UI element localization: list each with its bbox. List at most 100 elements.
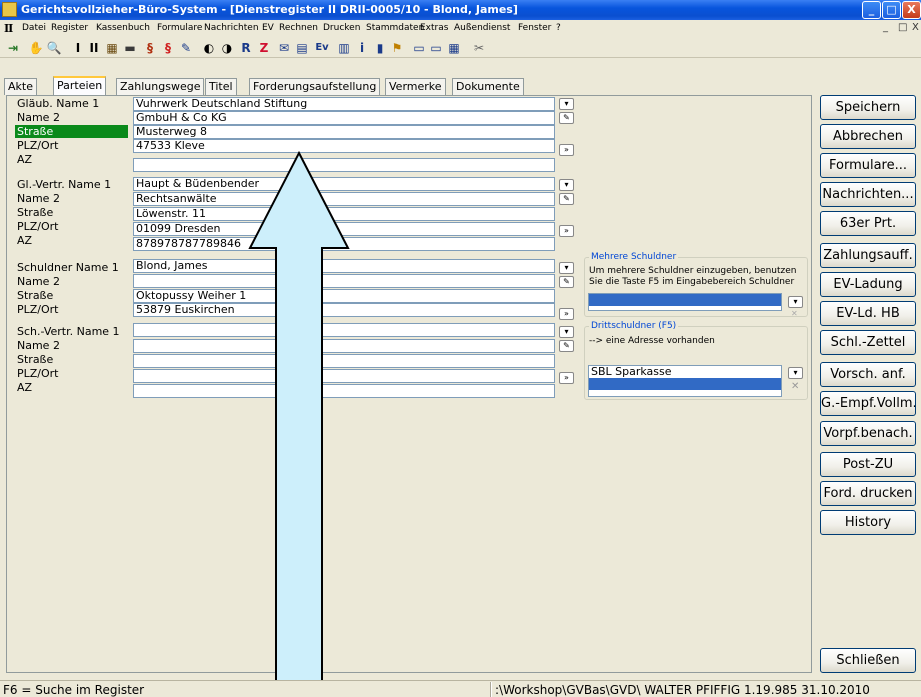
door-icon[interactable]: ⇥ — [5, 40, 21, 56]
menu-rechnen[interactable]: Rechnen — [279, 23, 318, 33]
menu-ev[interactable]: EV — [262, 23, 274, 33]
menu-register[interactable]: Register — [51, 23, 88, 33]
paragraph-red-icon[interactable]: § — [160, 40, 176, 56]
debtor-rep-signature-button[interactable]: ✎ — [559, 340, 574, 352]
tab-vermerke[interactable]: Vermerke — [385, 78, 446, 95]
third-debtor-item[interactable]: SBL Sparkasse — [589, 366, 781, 378]
folder-icon[interactable]: ▬ — [122, 40, 138, 56]
menu-drucken[interactable]: Drucken — [323, 23, 360, 33]
creditor-zip-lookup-button[interactable]: » — [559, 144, 574, 156]
payment-request-button[interactable]: Zahlungsauff. — [820, 243, 916, 268]
debtor-zip-label: PLZ/Ort — [17, 303, 59, 316]
mdi-close-button[interactable]: X — [912, 22, 919, 33]
info-icon[interactable]: i — [354, 40, 370, 56]
application-window: Gerichtsvollzieher-Büro-System - [Dienst… — [0, 0, 921, 697]
multi-debtor-note: Um mehrere Schuldner einzugeben, benutze… — [589, 266, 797, 287]
clock-icon[interactable]: ◐ — [201, 40, 217, 56]
mail-icon[interactable]: ✉ — [276, 40, 292, 56]
card-two-icon[interactable]: ▭ — [428, 40, 444, 56]
trash-icon[interactable]: ▮ — [372, 40, 388, 56]
flag-icon[interactable]: ⚑ — [389, 40, 405, 56]
roman-one-icon[interactable]: I — [70, 40, 86, 56]
roman-two-icon[interactable]: II — [86, 40, 102, 56]
messages-button[interactable]: Nachrichten... — [820, 182, 916, 207]
protocol-63-button[interactable]: 63er Prt. — [820, 211, 916, 236]
menu-nachrichten[interactable]: Nachrichten — [204, 23, 259, 33]
book-icon[interactable]: ▥ — [336, 40, 352, 56]
third-debtor-list[interactable]: SBL Sparkasse — [588, 365, 782, 397]
creditor-dropdown-button[interactable]: ▾ — [559, 98, 574, 110]
multi-debtor-dropdown-button[interactable]: ▾ — [788, 296, 803, 308]
preview-icon[interactable]: 🔍 — [46, 40, 62, 56]
multi-debtor-list[interactable] — [588, 293, 782, 311]
mdi-minimize-button[interactable]: _ — [883, 22, 888, 33]
maximize-button[interactable]: □ — [882, 1, 901, 19]
creditor-rep-dropdown-button[interactable]: ▾ — [559, 179, 574, 191]
title-bar[interactable]: Gerichtsvollzieher-Büro-System - [Dienst… — [0, 0, 921, 20]
card-three-icon[interactable]: ▦ — [446, 40, 462, 56]
cancel-button[interactable]: Abbrechen — [820, 124, 916, 149]
menu-stammdaten[interactable]: Stammdaten — [366, 23, 424, 33]
tab-dokumente[interactable]: Dokumente — [452, 78, 524, 95]
creditor-rep-signature-button[interactable]: ✎ — [559, 193, 574, 205]
menu-formulare[interactable]: Formulare — [157, 23, 202, 33]
ev-summons-hb-button[interactable]: EV-Ld. HB — [820, 301, 916, 326]
save-button[interactable]: Speichern — [820, 95, 916, 120]
close-window-button[interactable]: X — [902, 1, 921, 19]
mdi-restore-button[interactable]: □ — [898, 22, 907, 33]
forms-button[interactable]: Formulare... — [820, 153, 916, 178]
ev-icon[interactable]: Ev — [314, 40, 330, 56]
closing-note-button[interactable]: Schl.-Zettel — [820, 330, 916, 355]
advance-request-button[interactable]: Vorsch. anf. — [820, 362, 916, 387]
third-debtor-delete-icon[interactable]: ✕ — [791, 381, 799, 392]
third-debtor-selected-row[interactable] — [589, 378, 781, 390]
z-icon[interactable]: Z — [256, 40, 272, 56]
tab-parteien[interactable]: Parteien — [53, 76, 107, 95]
menu-help[interactable]: ? — [556, 23, 561, 33]
pre-seizure-notice-button[interactable]: Vorpf.benach. — [820, 421, 916, 446]
post-delivery-button[interactable]: Post-ZU — [820, 452, 916, 477]
menu-extras[interactable]: Extras — [420, 23, 448, 33]
stamp-icon[interactable]: ✋ — [28, 40, 44, 56]
register-icon[interactable]: ▤ — [294, 40, 310, 56]
tab-zahlungswege[interactable]: Zahlungswege — [116, 78, 205, 95]
debtor-signature-button[interactable]: ✎ — [559, 276, 574, 288]
mdi-child-icon[interactable]: II — [4, 22, 13, 35]
ev-summons-button[interactable]: EV-Ladung — [820, 272, 916, 297]
r-icon[interactable]: R — [238, 40, 254, 56]
debtor-dropdown-button[interactable]: ▾ — [559, 262, 574, 274]
multi-debtor-list-selected-row[interactable] — [589, 294, 781, 306]
creditor-rep-zip-lookup-button[interactable]: » — [559, 225, 574, 237]
paragraph-icon[interactable]: § — [142, 40, 158, 56]
minimize-button[interactable]: _ — [862, 1, 881, 19]
third-debtor-dropdown-button[interactable]: ▾ — [788, 367, 803, 379]
creditor-name2-field[interactable]: GmbuH & Co KG — [133, 111, 555, 125]
debtor-rep-dropdown-button[interactable]: ▾ — [559, 326, 574, 338]
creditor-street-field[interactable]: Musterweg 8 — [133, 125, 555, 139]
tab-titel[interactable]: Titel — [205, 78, 237, 95]
creditor-name2-label: Name 2 — [17, 111, 60, 124]
status-hint: F6 = Suche im Register — [3, 683, 145, 697]
tools-icon[interactable]: ✂ — [471, 40, 487, 56]
tab-forderungsaufstellung[interactable]: Forderungsaufstellung — [249, 78, 381, 95]
creditor-name1-field[interactable]: Vuhrwerk Deutschland Stiftung — [133, 97, 555, 111]
menu-aussendienst[interactable]: Außendienst — [454, 23, 510, 33]
history-button[interactable]: History — [820, 510, 916, 535]
calculator-icon[interactable]: ▦ — [104, 40, 120, 56]
creditor-rep-az-label: AZ — [17, 234, 33, 247]
creditor-signature-button[interactable]: ✎ — [559, 112, 574, 124]
clock-two-icon[interactable]: ◑ — [219, 40, 235, 56]
debtor-rep-zip-lookup-button[interactable]: » — [559, 372, 574, 384]
creditor-rep-name2-label: Name 2 — [17, 192, 60, 205]
menu-datei[interactable]: Datei — [22, 23, 46, 33]
close-button[interactable]: Schließen — [820, 648, 916, 673]
tab-akte[interactable]: Akte — [4, 78, 37, 95]
debtor-zip-lookup-button[interactable]: » — [559, 308, 574, 320]
card-icon[interactable]: ▭ — [411, 40, 427, 56]
receipt-authorization-button[interactable]: G.-Empf.Vollm. — [820, 391, 916, 416]
menu-kassenbuch[interactable]: Kassenbuch — [96, 23, 150, 33]
menu-fenster[interactable]: Fenster — [518, 23, 551, 33]
signature-icon[interactable]: ✎ — [178, 40, 194, 56]
print-claim-button[interactable]: Ford. drucken — [820, 481, 916, 506]
toolbar: ⇥ ✋ 🔍 I II ▦ ▬ § § ✎ ◐ ◑ R Z ✉ ▤ Ev ▥ i … — [0, 37, 921, 58]
